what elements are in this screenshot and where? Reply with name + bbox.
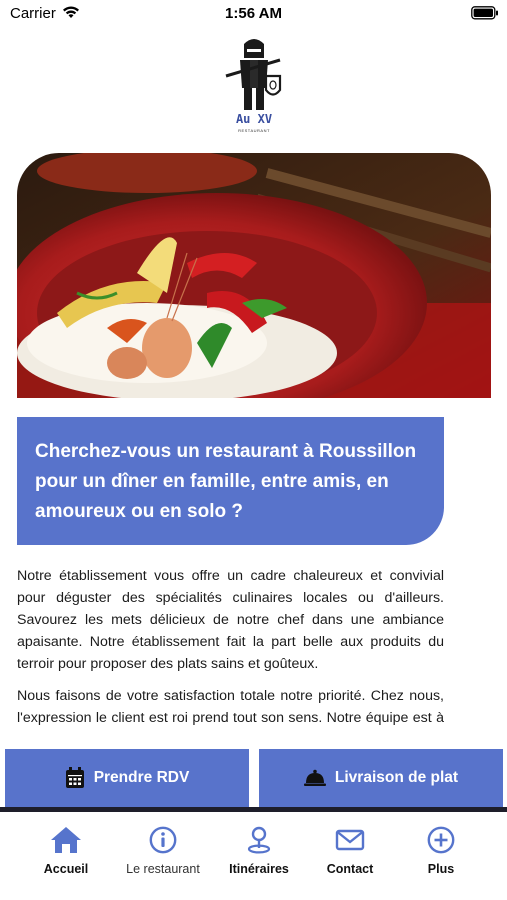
- tab-label: Contact: [326, 862, 374, 876]
- headline-question: Cherchez-vous un restaurant à Roussillon…: [35, 441, 417, 522]
- cloche-icon: [303, 769, 326, 786]
- intro-paragraph: Nous faisons de votre satisfaction total…: [17, 688, 444, 725]
- appointment-button-label: Prendre RDV: [93, 769, 190, 786]
- plus-circle-icon: [427, 826, 455, 854]
- tab-label: Plus: [427, 862, 455, 876]
- tab-le-restaurant[interactable]: Le restaurant: [113, 826, 213, 876]
- headline-box: Cherchez-vous un restaurant à Roussillon…: [17, 417, 444, 545]
- delivery-button-label: Livraison de plat: [334, 769, 459, 786]
- food-dish-illustration: [17, 153, 491, 398]
- tab-label: Le restaurant: [126, 862, 200, 876]
- status-bar: Carrier 1:56 AM: [0, 0, 507, 30]
- appointment-button[interactable]: Prendre RDV: [5, 749, 249, 807]
- tab-itineraires[interactable]: Itinéraires: [209, 826, 309, 876]
- tab-label: Accueil: [43, 862, 89, 876]
- logo-subtext: RESTAURANT: [238, 128, 270, 133]
- clock-time: 1:56 AM: [225, 5, 282, 22]
- delivery-button[interactable]: Livraison de plat: [259, 749, 503, 807]
- intro-paragraph: Notre établissement vous offre un cadre …: [17, 568, 444, 672]
- calendar-icon: [65, 767, 84, 788]
- mail-icon: [335, 829, 365, 851]
- logo-text: Au XV: [235, 112, 273, 126]
- bottom-tab-bar: Accueil Le restaurant Itinéraires Contac…: [0, 812, 507, 900]
- battery-icon: [471, 6, 498, 20]
- intro-text: Notre établissement vous offre un cadre …: [17, 565, 444, 725]
- tab-contact[interactable]: Contact: [300, 826, 400, 876]
- restaurant-logo: Au XV RESTAURANT: [222, 36, 286, 136]
- hero-food-image: [17, 153, 491, 398]
- info-icon: [149, 826, 177, 854]
- tab-accueil[interactable]: Accueil: [16, 826, 116, 876]
- location-pin-icon: [247, 826, 271, 854]
- tab-plus[interactable]: Plus: [391, 826, 491, 876]
- tab-label: Itinéraires: [229, 862, 289, 876]
- home-icon: [51, 827, 81, 853]
